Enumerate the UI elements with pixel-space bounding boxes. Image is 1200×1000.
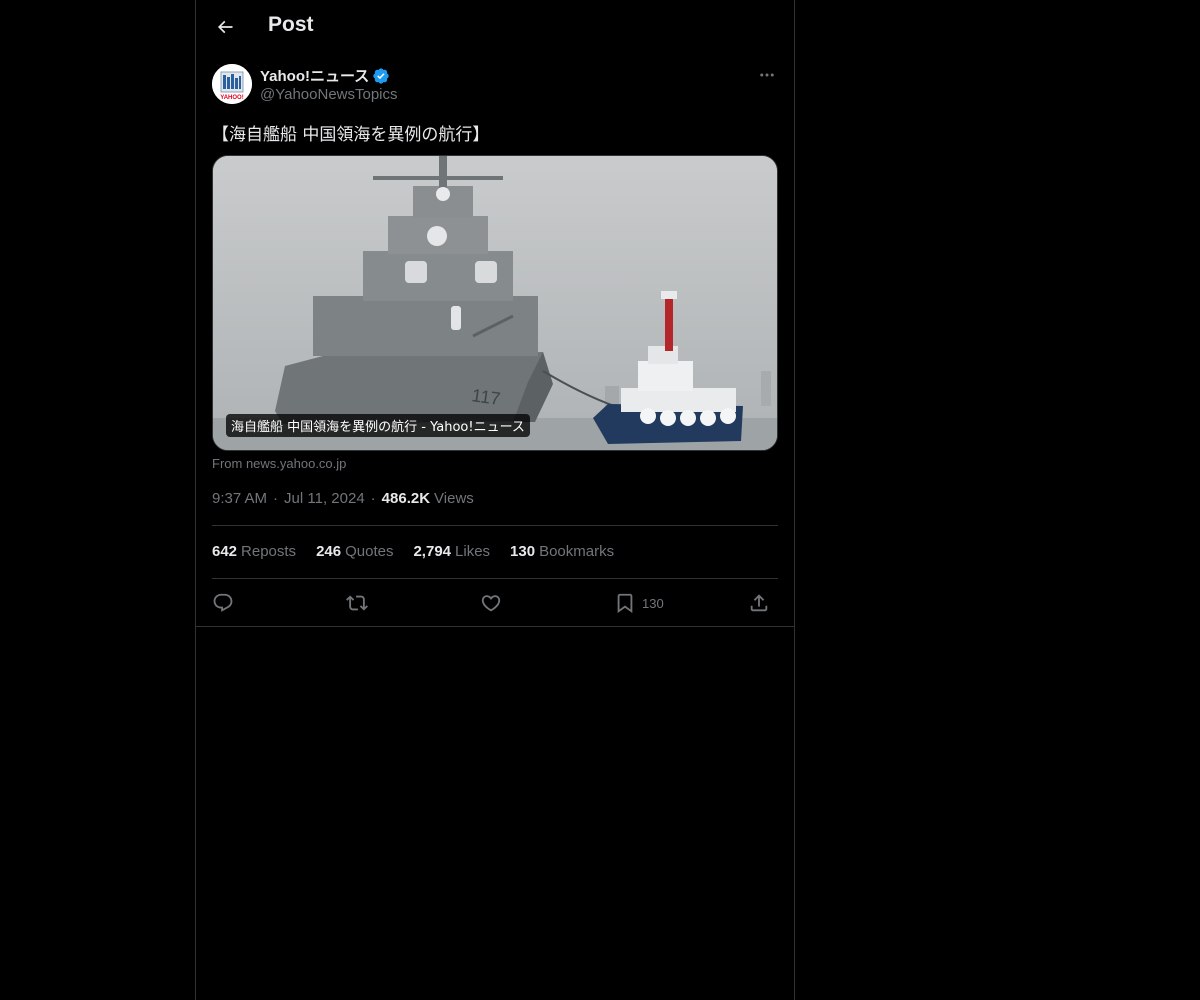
author-avatar[interactable]: YAHOO! <box>212 64 252 104</box>
card-source-link[interactable]: From news.yahoo.co.jp <box>212 456 346 471</box>
repost-icon <box>346 595 368 611</box>
views-label: Views <box>434 490 474 507</box>
quotes-stat[interactable]: 246 Quotes <box>316 543 393 560</box>
reply-button[interactable] <box>212 590 234 616</box>
bookmark-button[interactable]: 130 <box>614 590 664 616</box>
bookmarks-stat[interactable]: 130 Bookmarks <box>510 543 614 560</box>
post-bottom-border <box>196 626 794 627</box>
verified-badge-icon <box>372 67 390 85</box>
author-handle[interactable]: @YahooNewsTopics <box>260 86 398 103</box>
engagement-stats: 642 Reposts 246 Quotes 2,794 Likes 130 Bookm… <box>212 543 634 560</box>
share-icon <box>750 594 768 612</box>
post-time[interactable]: 9:37 AM <box>212 490 267 507</box>
bookmark-count: 130 <box>642 595 664 611</box>
stat-label: Likes <box>455 543 491 560</box>
views-count: 486.2K <box>381 490 431 507</box>
back-arrow-icon <box>217 20 233 34</box>
stat-number: 642 <box>212 543 238 560</box>
post-column: Post YAHOO! Yahoo!ニュース @YahooNewsTopics <box>195 0 795 1000</box>
hull-number-text: 117 <box>470 385 501 409</box>
repost-button[interactable] <box>346 590 368 616</box>
stat-label: Reposts <box>241 543 297 560</box>
more-dots-icon <box>760 73 774 77</box>
stat-label: Quotes <box>345 543 394 560</box>
likes-stat[interactable]: 2,794 Likes <box>413 543 490 560</box>
post-date[interactable]: Jul 11, 2024 <box>284 490 365 507</box>
divider <box>212 578 778 579</box>
author-name-text: Yahoo!ニュース <box>260 68 370 85</box>
share-button[interactable] <box>748 590 770 616</box>
yahoo-news-logo-icon: YAHOO! <box>212 64 252 104</box>
heart-icon <box>481 595 501 612</box>
more-options-button[interactable] <box>754 62 780 88</box>
page-title: Post <box>268 13 314 36</box>
card-image: 117 <box>213 156 777 450</box>
meta-separator: · <box>273 490 279 507</box>
reposts-stat[interactable]: 642 Reposts <box>212 543 296 560</box>
reply-icon <box>213 593 233 612</box>
stat-label: Bookmarks <box>539 543 615 560</box>
stat-number: 130 <box>510 543 536 560</box>
avatar-logo-text: YAHOO! <box>220 95 243 101</box>
back-button[interactable] <box>208 10 242 44</box>
link-card[interactable]: 117 海自艦船 中国領海を異例の航行 - Yahoo!ニュース <box>212 155 778 451</box>
author-name[interactable]: Yahoo!ニュース <box>260 65 390 86</box>
bookmark-icon <box>617 593 633 614</box>
stat-number: 246 <box>316 543 342 560</box>
divider <box>212 525 778 526</box>
like-button[interactable] <box>480 590 502 616</box>
meta-separator: · <box>370 490 376 507</box>
post-meta: 9:37 AM · Jul 11, 2024 · 486.2K Views <box>212 490 474 507</box>
card-caption: 海自艦船 中国領海を異例の航行 - Yahoo!ニュース <box>226 414 530 437</box>
post-text: 【海自艦船 中国領海を異例の航行】 <box>212 125 490 145</box>
stat-number: 2,794 <box>413 543 452 560</box>
top-bar: Post <box>196 0 794 53</box>
action-bar: 130 <box>212 590 778 618</box>
